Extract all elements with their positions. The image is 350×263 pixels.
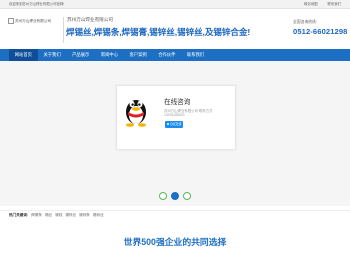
hot-keywords-bar: 热门关键词: 焊锡条 锡丝 锡线 锡锌丝 锡锌条 锡锌丝 (0, 210, 350, 219)
nav-item-partners[interactable]: 合作伙伴 (152, 49, 181, 61)
product-slogan: 焊锡丝,焊锡条,焊锡膏,锡锌丝,锡锌丝,及锡锌合金! (66, 27, 251, 37)
nav-item-cases[interactable]: 客户案例 (124, 49, 153, 61)
logo-image-icon (8, 18, 14, 24)
nav-item-contact[interactable]: 联系我们 (181, 49, 210, 61)
keyword-link[interactable]: 锡锌条 (79, 213, 90, 217)
keyword-link[interactable]: 锡线 (55, 213, 62, 217)
banner: 在线咨询 苏州万山焊业有限公司 联系方式 13291158023 QQ交谈 (0, 61, 350, 206)
qq-title: 在线咨询 (164, 99, 191, 106)
welcome-text: 欢迎来到苏州万山焊业有限公司官网! (9, 2, 65, 6)
qq-chat-label: QQ交谈 (170, 122, 182, 126)
sitemap-link[interactable]: 网站地图 (304, 2, 318, 6)
keyword-link[interactable]: 焊锡条 (31, 213, 42, 217)
nav-item-news[interactable]: 新闻中心 (95, 49, 124, 61)
top-links: 网站地图 联系我们 (295, 1, 341, 6)
main-nav: 网站首页 关于我们 产品展示 新闻中心 客户案例 合作伙伴 联系我们 (0, 49, 350, 61)
keyword-link[interactable]: 锡锌丝 (93, 213, 104, 217)
company-name: 苏州万山焊业有限公司 (67, 17, 113, 22)
hotline-number: 0512-66021298 (293, 27, 348, 36)
carousel-dots (159, 192, 191, 200)
carousel-dot-2[interactable] (171, 192, 179, 200)
nav-item-about[interactable]: 关于我们 (38, 49, 67, 61)
logo-text: 苏州万山焊业有限公司 (15, 18, 51, 23)
contact-link[interactable]: 联系我们 (327, 2, 341, 6)
nav-item-products[interactable]: 产品展示 (66, 49, 95, 61)
qq-number: 13291158023 (164, 113, 185, 117)
qq-mini-icon (166, 122, 170, 126)
logo[interactable]: 苏州万山焊业有限公司 (8, 15, 60, 27)
keyword-link[interactable]: 锡丝 (45, 213, 52, 217)
carousel-dot-3[interactable] (183, 192, 191, 200)
site-header: 苏州万山焊业有限公司 苏州万山焊业有限公司 焊锡丝,焊锡条,焊锡膏,锡锌丝,锡锌… (0, 9, 350, 49)
carousel-dot-1[interactable] (159, 192, 167, 200)
header-divider (63, 17, 64, 43)
nav-item-home[interactable]: 网站首页 (9, 49, 38, 61)
keywords-label: 热门关键词: (9, 213, 29, 217)
qq-consult-panel: 在线咨询 苏州万山焊业有限公司 联系方式 13291158023 QQ交谈 (116, 85, 236, 150)
qq-penguin-icon (126, 100, 146, 127)
keyword-link[interactable]: 锡锌丝 (65, 213, 76, 217)
section-title: 世界500强企业的共同选择 (123, 237, 227, 247)
qq-chat-button[interactable]: QQ交谈 (165, 121, 183, 128)
hotline-label: 全国咨询热线: (293, 20, 317, 24)
top-bar: 欢迎来到苏州万山焊业有限公司官网! 网站地图 联系我们 (0, 0, 350, 9)
